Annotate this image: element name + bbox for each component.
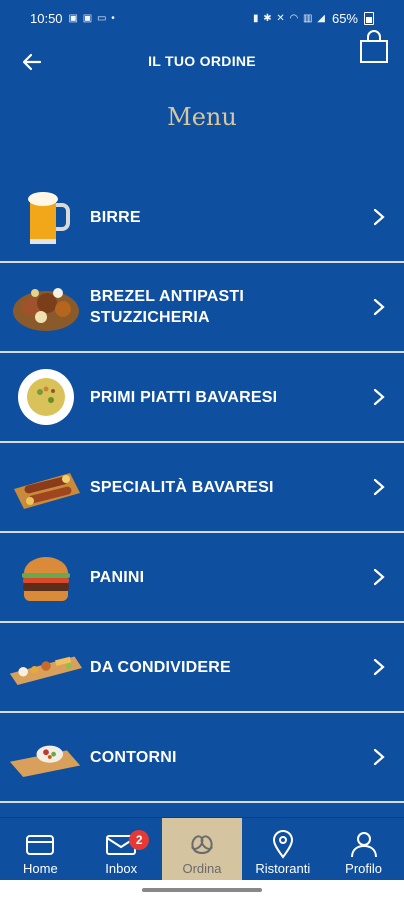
nav-inbox[interactable]: 2 Inbox: [81, 818, 162, 880]
user-icon: [350, 832, 377, 858]
pretzel-icon: [191, 835, 213, 854]
status-bar: 10:50 ▣ ▣ ▭ • ▮ ✱ ✕ ◠ ▥ ◢ 65%: [0, 0, 404, 36]
nav-ordina[interactable]: Ordina: [161, 818, 243, 880]
category-label: CONTORNI: [90, 748, 177, 766]
nav-profilo[interactable]: Profilo: [323, 818, 404, 880]
status-time: 10:50: [30, 10, 63, 26]
card-icon: [26, 835, 55, 855]
category-row-panini[interactable]: PANINI: [0, 533, 404, 623]
category-label: BREZEL ANTIPASTI STUZZICHERIA: [90, 288, 245, 326]
category-label: SPECIALITÀ BAVARESI: [90, 478, 274, 496]
nav-home[interactable]: Home: [0, 818, 81, 880]
chevron-right-icon: [373, 478, 385, 496]
nav-label: Ordina: [182, 861, 222, 876]
category-row-primi[interactable]: PRIMI PIATTI BAVARESI: [0, 353, 404, 443]
category-row-condividere[interactable]: DA CONDIVIDERE: [0, 623, 404, 713]
beer-mug-icon: [8, 181, 84, 253]
chevron-right-icon: [373, 208, 385, 226]
side-dish-icon: [8, 721, 84, 793]
category-label: PANINI: [90, 568, 145, 586]
chevron-right-icon: [373, 748, 385, 766]
category-label: PRIMI PIATTI BAVARESI: [90, 388, 278, 406]
burger-icon: [8, 541, 84, 613]
nav-label: Home: [23, 861, 58, 876]
home-gesture-bar[interactable]: [142, 888, 262, 892]
nav-ristoranti[interactable]: Ristoranti: [242, 818, 323, 880]
top-app-bar: IL TUO ORDINE: [0, 30, 404, 86]
nav-label: Profilo: [345, 861, 383, 876]
chevron-right-icon: [373, 298, 385, 316]
notification-icons: ▣ ▣ ▭ •: [68, 12, 116, 24]
category-list: BIRRE BREZEL ANTIPASTI STUZZICHERIA PRIM…: [0, 173, 404, 803]
category-row-brezel[interactable]: BREZEL ANTIPASTI STUZZICHERIA: [0, 263, 404, 353]
pasta-plate-icon: [8, 361, 84, 433]
gesture-area: [0, 880, 404, 900]
page-title: IL TUO ORDINE: [148, 53, 256, 69]
category-row-birre[interactable]: BIRRE: [0, 173, 404, 263]
nav-label: Inbox: [105, 861, 138, 876]
chevron-right-icon: [373, 658, 385, 676]
battery-percent: 65%: [331, 10, 358, 26]
chevron-right-icon: [373, 388, 385, 406]
category-row-contorni[interactable]: CONTORNI: [0, 713, 404, 803]
sausage-board-icon: [8, 451, 84, 523]
category-row-specialita[interactable]: SPECIALITÀ BAVARESI: [0, 443, 404, 533]
category-label: DA CONDIVIDERE: [90, 658, 231, 676]
chevron-right-icon: [373, 568, 385, 586]
system-icons: ▮ ✱ ✕ ◠ ▥ ◢: [252, 12, 326, 24]
pretzel-platter-icon: [8, 271, 84, 343]
inbox-badge: 2: [129, 830, 150, 850]
shopping-bag-icon[interactable]: [358, 30, 390, 64]
bottom-nav: Home 2 Inbox Ordina Ristoranti Profilo: [0, 817, 404, 880]
battery-icon: [364, 11, 374, 25]
menu-heading: Menu: [167, 103, 237, 131]
sharing-board-icon: [8, 631, 84, 703]
category-label: BIRRE: [90, 208, 141, 226]
nav-label: Ristoranti: [255, 861, 311, 876]
location-pin-icon: [272, 830, 293, 859]
